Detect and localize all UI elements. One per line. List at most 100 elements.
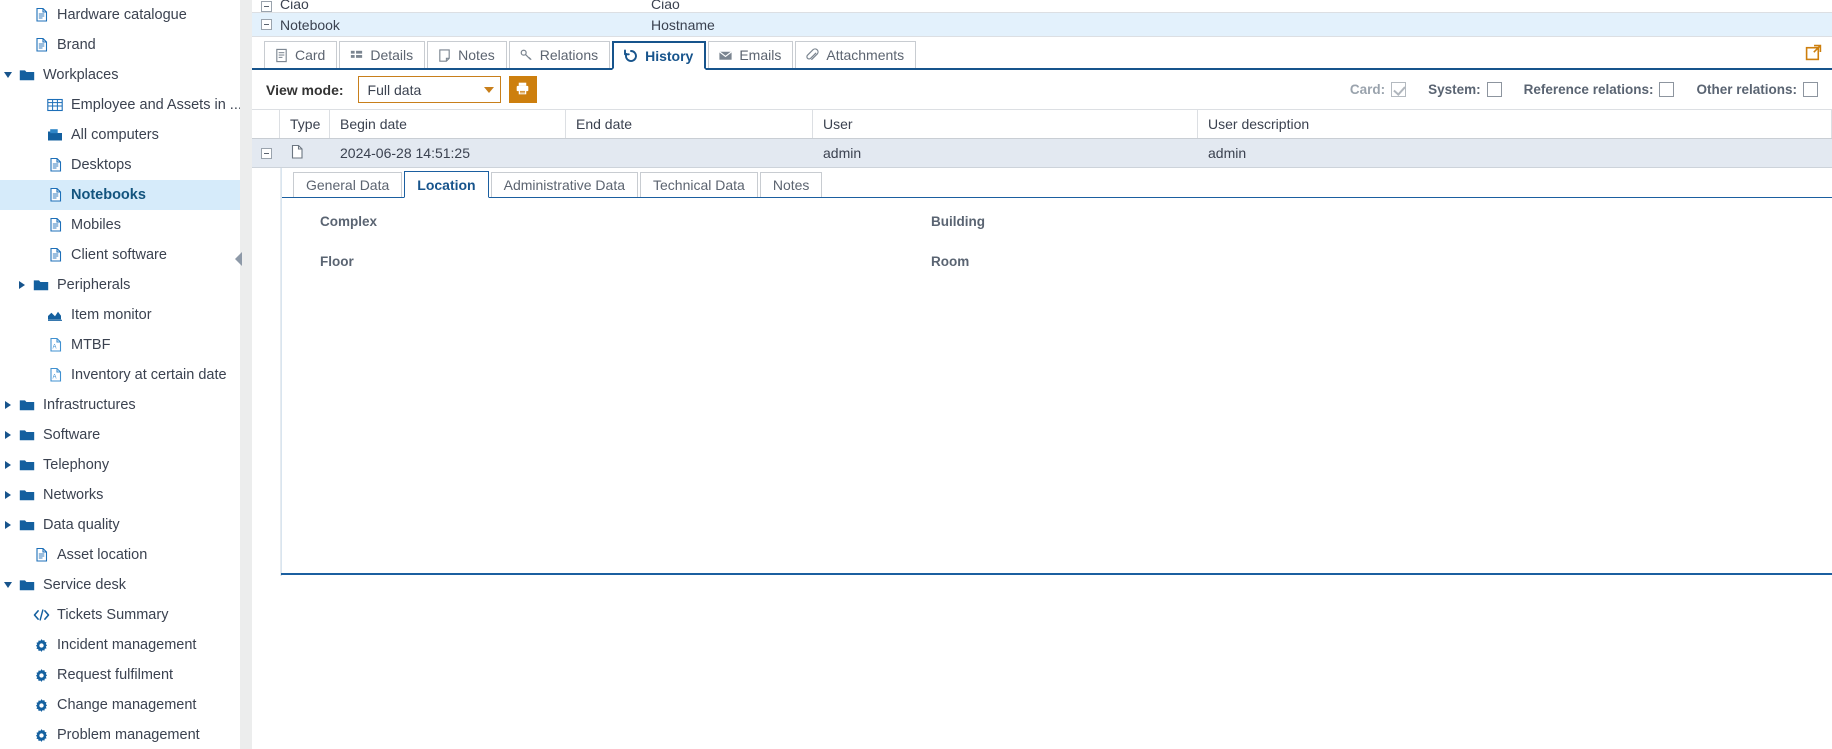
subtab-location[interactable]: Location [404, 171, 489, 198]
subtab-administrative-data[interactable]: Administrative Data [490, 172, 639, 197]
chevron-right-icon[interactable] [0, 420, 16, 450]
column-header-end-date[interactable]: End date [566, 110, 813, 138]
detail-sub-tab-strip[interactable]: General Data Location Administrative Dat… [281, 168, 1832, 198]
sidebar-splitter[interactable] [235, 0, 252, 749]
sidebar-item-mtbf[interactable]: A MTBF [0, 330, 240, 360]
chevron-right-icon[interactable] [0, 480, 16, 510]
twisty-spacer [28, 210, 44, 240]
record-row[interactable]: Ciao Ciao [252, 0, 1832, 13]
sidebar-item-label: Incident management [57, 637, 197, 653]
sidebar-item-hardware-catalogue[interactable]: Hardware catalogue [0, 0, 240, 30]
row-expander[interactable] [252, 139, 280, 168]
sidebar-item-tickets-summary[interactable]: Tickets Summary [0, 600, 240, 630]
tab-label: Card [295, 47, 326, 63]
column-header-type[interactable]: Type [280, 110, 330, 138]
email-icon [718, 48, 733, 63]
sidebar-item-service-desk[interactable]: Service desk [0, 570, 240, 600]
pdf-icon: A [44, 360, 66, 390]
sidebar-item-notebooks[interactable]: Notebooks [0, 180, 240, 210]
card-icon [274, 48, 289, 63]
collapse-minus-icon[interactable] [260, 147, 272, 159]
checkbox-other-relations[interactable]: Other relations: [1696, 82, 1818, 97]
sidebar-item-peripherals[interactable]: Peripherals [0, 270, 240, 300]
tab-attachments[interactable]: Attachments [795, 41, 917, 68]
chevron-right-icon[interactable] [0, 510, 16, 540]
gear-icon [30, 690, 52, 720]
sidebar-item-label: Asset location [57, 547, 148, 563]
sidebar-item-item-monitor[interactable]: Item monitor [0, 300, 240, 330]
subtab-technical-data[interactable]: Technical Data [640, 172, 758, 197]
record-name: Notebook [280, 16, 340, 33]
column-header-user[interactable]: User [813, 110, 1198, 138]
sidebar-item-list: Hardware catalogue Brand Workplaces Employe… [0, 0, 240, 749]
checkbox-reference-relations[interactable]: Reference relations: [1524, 82, 1675, 97]
sidebar-item-workplaces[interactable]: Workplaces [0, 60, 240, 90]
column-header-user-description[interactable]: User description [1198, 110, 1832, 138]
checkbox-reference-relations-box[interactable] [1659, 82, 1675, 97]
twisty-spacer [28, 90, 44, 120]
tab-notes[interactable]: Notes [427, 41, 507, 68]
sidebar-item-asset-location[interactable]: Asset location [0, 540, 240, 570]
tab-history[interactable]: History [612, 41, 707, 70]
checkbox-card[interactable]: Card: [1350, 82, 1407, 97]
sidebar-item-networks[interactable]: Networks [0, 480, 240, 510]
sidebar-item-incident-management[interactable]: Incident management [0, 630, 240, 660]
document-icon [44, 210, 66, 240]
sidebar-item-software[interactable]: Software [0, 420, 240, 450]
checkbox-system-box[interactable] [1486, 82, 1502, 97]
folder-icon [16, 390, 38, 420]
document-icon [44, 180, 66, 210]
collapse-minus-icon[interactable] [260, 19, 272, 30]
view-mode-select[interactable]: Full data [357, 76, 501, 103]
tab-details[interactable]: Details [339, 41, 426, 68]
sidebar-item-change-management[interactable]: Change management [0, 690, 240, 720]
navigation-sidebar[interactable]: Hardware catalogue Brand Workplaces Employe… [0, 0, 240, 749]
sidebar-item-employee-and-assets-in[interactable]: Employee and Assets in ... [0, 90, 240, 120]
column-header-expander[interactable] [252, 110, 280, 138]
tab-relations[interactable]: Relations [508, 41, 611, 68]
sidebar-item-inventory-at-certain-date[interactable]: A Inventory at certain date [0, 360, 240, 390]
chevron-right-icon[interactable] [0, 390, 16, 420]
chevron-down-icon[interactable] [0, 570, 16, 600]
sidebar-item-data-quality[interactable]: Data quality [0, 510, 240, 540]
sidebar-item-all-computers[interactable]: All computers [0, 120, 240, 150]
sidebar-item-telephony[interactable]: Telephony [0, 450, 240, 480]
subtab-notes[interactable]: Notes [759, 172, 823, 197]
sidebar-item-label: Notebooks [71, 187, 146, 203]
main-content: Ciao Ciao Notebook Hostname Card Details… [252, 0, 1832, 749]
column-header-begin-date[interactable]: Begin date [330, 110, 566, 138]
checkbox-system[interactable]: System: [1428, 82, 1502, 97]
tab-emails[interactable]: Emails [708, 41, 794, 68]
collapse-minus-icon[interactable] [260, 1, 272, 12]
sidebar-item-label: Item monitor [71, 307, 152, 323]
sidebar-item-label: All computers [71, 127, 159, 143]
collapse-sidebar-handle-icon[interactable] [235, 252, 242, 266]
sidebar-item-desktops[interactable]: Desktops [0, 150, 240, 180]
record-expander[interactable] [252, 19, 280, 30]
history-grid-row[interactable]: 2024-06-28 14:51:25 admin admin [252, 139, 1832, 168]
checkbox-label: System: [1428, 82, 1481, 97]
subtab-general-data[interactable]: General Data [293, 172, 403, 197]
sidebar-item-request-fulfilment[interactable]: Request fulfilment [0, 660, 240, 690]
chevron-down-icon[interactable] [0, 60, 16, 90]
sidebar-item-client-software[interactable]: Client software [0, 240, 240, 270]
checkbox-card-box[interactable] [1391, 82, 1407, 97]
chevron-right-icon[interactable] [0, 450, 16, 480]
tab-card[interactable]: Card [264, 41, 338, 68]
sidebar-item-label: Request fulfilment [57, 667, 174, 683]
chevron-right-icon[interactable] [14, 270, 30, 300]
sidebar-item-brand[interactable]: Brand [0, 30, 240, 60]
print-button[interactable] [508, 76, 537, 103]
details-icon [349, 48, 364, 63]
record-row-selected[interactable]: Notebook Hostname [252, 13, 1832, 37]
detail-tab-strip[interactable]: Card Details Notes Relations History Ema… [252, 37, 1832, 70]
checkbox-other-relations-box[interactable] [1803, 82, 1818, 97]
sidebar-item-problem-management[interactable]: Problem management [0, 720, 240, 749]
document-icon [44, 150, 66, 180]
folder-icon [30, 270, 52, 300]
record-expander[interactable] [252, 1, 280, 12]
sidebar-item-infrastructures[interactable]: Infrastructures [0, 390, 240, 420]
history-icon [623, 48, 639, 64]
external-link-icon[interactable] [1805, 44, 1822, 64]
sidebar-item-mobiles[interactable]: Mobiles [0, 210, 240, 240]
